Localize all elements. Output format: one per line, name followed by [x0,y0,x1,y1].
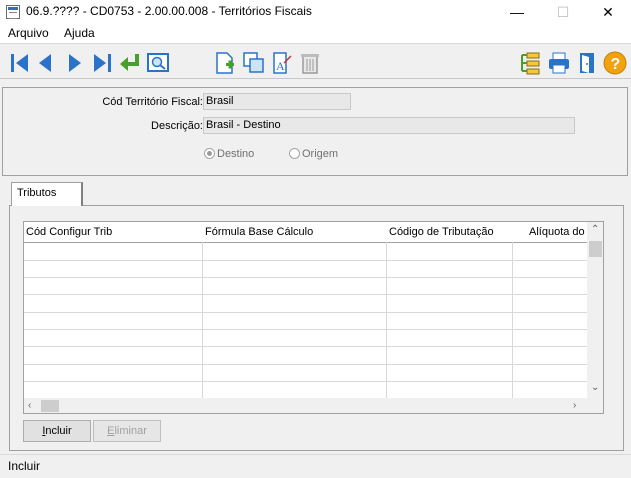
scroll-up-icon[interactable]: ⌃ [591,224,599,236]
radio-origem[interactable]: Origem [289,148,338,162]
cod-territorio-field[interactable]: Brasil [203,93,351,110]
help-icon[interactable]: ? [603,51,627,75]
grid-row-line [24,260,587,261]
radio-origem-label: Origem [302,148,339,160]
grid-row-line [24,346,587,347]
column-header-codigo-tributacao[interactable]: Código de Tributação [387,222,512,242]
radio-destino-dot[interactable] [204,148,215,159]
goto-icon[interactable] [118,51,142,75]
grid-row-line [24,277,587,278]
status-text: Incluir [8,459,41,473]
title-bar: 06.9.???? - CD0753 - 2.00.00.008 - Terri… [0,0,631,24]
search-icon[interactable] [146,51,170,75]
tab-tributos[interactable]: Tributos [11,182,83,206]
grid-row-line [24,381,587,382]
first-record-icon[interactable] [8,51,32,75]
last-record-icon[interactable] [90,51,114,75]
descricao-label: Descrição: [151,120,203,132]
grid-row-line [24,364,587,365]
new-record-icon[interactable] [213,51,237,75]
column-header-aliquota[interactable]: Alíquota do [513,222,587,242]
maximize-button[interactable]: ☐ [540,0,586,24]
app-icon [6,5,20,19]
copy-record-icon[interactable] [242,51,266,75]
previous-record-icon[interactable] [34,51,58,75]
eliminar-label: liminar [114,425,147,437]
column-header-formula[interactable]: Fórmula Base Cálculo [203,222,386,242]
horizontal-scrollbar[interactable]: ‹ › [24,398,603,413]
incluir-button[interactable]: Incluir [23,420,91,442]
descricao-field[interactable]: Brasil - Destino [203,117,575,134]
svg-text:?: ? [611,56,621,73]
menu-arquivo[interactable]: Arquivo [8,26,49,40]
scroll-right-icon[interactable]: › [573,400,576,412]
vertical-scrollbar[interactable]: ⌃ ⌄ [587,222,603,398]
grid-column-divider [202,242,203,398]
status-bar: Incluir [0,454,631,478]
delete-record-icon[interactable] [298,51,322,75]
edit-record-icon[interactable]: A [270,51,294,75]
grid-row-line [24,329,587,330]
tree-icon[interactable] [519,51,543,75]
grid-column-divider [386,242,387,398]
grid-row-line [24,312,587,313]
header-divider [24,242,587,243]
vertical-scroll-thumb[interactable] [589,241,602,257]
header-form: Cód Território Fiscal: Brasil Descrição:… [2,87,628,176]
next-record-icon[interactable] [62,51,86,75]
radio-destino[interactable]: Destino [204,148,254,162]
incluir-label: ncluir [45,425,72,437]
radio-destino-label: Destino [217,148,255,160]
menu-bar: Arquivo Ajuda [0,24,631,43]
menu-ajuda[interactable]: Ajuda [64,26,95,40]
tributos-panel: Cód Configur Trib Fórmula Base Cálculo C… [9,205,624,451]
cod-territorio-label: Cód Território Fiscal: [102,96,203,108]
radio-origem-dot[interactable] [289,148,300,159]
print-icon[interactable] [547,51,571,75]
tributos-grid[interactable]: Cód Configur Trib Fórmula Base Cálculo C… [23,221,604,414]
scroll-down-icon[interactable]: ⌄ [591,382,599,394]
scroll-left-icon[interactable]: ‹ [28,400,31,412]
window-title: 06.9.???? - CD0753 - 2.00.00.008 - Terri… [26,4,312,18]
minimize-button[interactable]: — [494,0,540,24]
grid-column-divider [512,242,513,398]
close-button[interactable]: ✕ [585,0,631,24]
eliminar-button[interactable]: Eliminar [93,420,161,442]
column-header-cod-configur[interactable]: Cód Configur Trib [24,222,202,242]
horizontal-scroll-thumb[interactable] [41,400,59,412]
toolbar: A ? [0,43,631,79]
svg-text:A: A [276,59,285,73]
exit-icon[interactable] [575,51,599,75]
grid-row-line [24,294,587,295]
